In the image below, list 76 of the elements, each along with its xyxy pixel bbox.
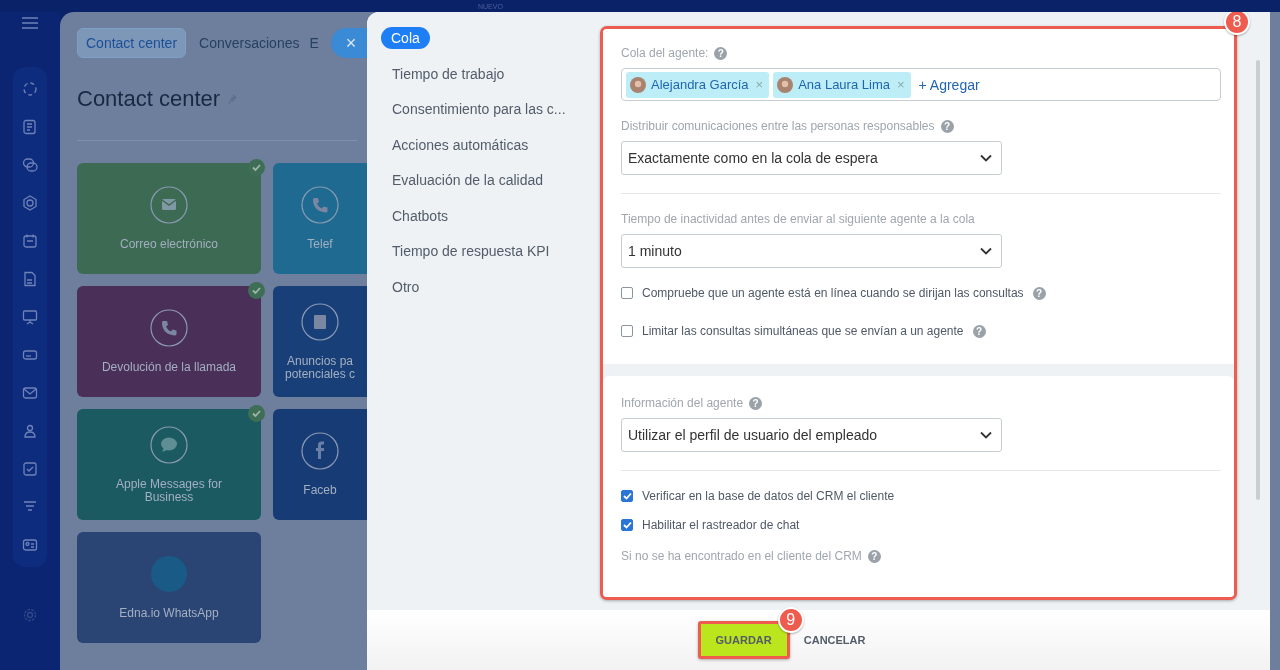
newspaper-icon[interactable] <box>22 119 38 135</box>
checkbox[interactable] <box>621 287 633 299</box>
tile-label: Faceb <box>302 484 338 497</box>
menu-icon[interactable] <box>22 17 38 29</box>
settings-nav-item[interactable]: Acciones automáticas <box>381 133 540 156</box>
field-label: Información del agente <box>621 396 744 410</box>
settings-nav-item[interactable]: Chatbots <box>381 204 460 227</box>
dropdown-field[interactable]: Utilizar el perfil de usuario del empleado <box>621 418 1002 452</box>
checkbox-label: Verificar en la base de datos del CRM el cliente <box>642 489 895 503</box>
tag-name: Ana Laura Lima <box>798 77 890 92</box>
field-label: Distribuir comunicaciones entre las personas responsables <box>621 119 935 133</box>
settings-nav-item[interactable]: Evaluación de la calidad <box>381 169 554 191</box>
phone-icon <box>150 309 188 347</box>
tile-label: Devolución de la llamada <box>100 361 238 374</box>
page-tab[interactable]: Contact center <box>77 28 187 58</box>
checkbox[interactable] <box>621 490 633 502</box>
checkbox[interactable] <box>621 519 633 531</box>
help-icon[interactable]: ? <box>714 46 728 60</box>
checkbox[interactable] <box>621 325 633 337</box>
chevron-down-icon <box>980 154 992 162</box>
channel-tile[interactable]: Telef <box>273 163 367 274</box>
tile-label: Apple Messages for Business <box>114 477 224 504</box>
field-label: Si no se ha encontrado en el cliente del CRM <box>621 549 862 563</box>
field-label: Cola del agente: <box>621 46 709 60</box>
tag-name: Alejandra García <box>651 77 749 92</box>
tile-label: Telef <box>306 238 334 251</box>
document-icon[interactable] <box>22 271 38 287</box>
help-icon[interactable]: ? <box>940 119 954 133</box>
dropdown-field[interactable]: Exactamente como en la cola de espera <box>621 141 1002 175</box>
settings-nav-item[interactable]: Tiempo de trabajo <box>381 62 516 85</box>
page-tab[interactable]: Conversaciones <box>194 28 305 58</box>
cancel-button[interactable]: CANCELAR <box>799 630 870 650</box>
dropdown-field[interactable]: 1 minuto <box>621 234 1002 268</box>
facebook-icon <box>301 432 339 470</box>
channel-tile[interactable]: Anuncios pa potenciales c <box>273 286 367 397</box>
mail-icon[interactable] <box>22 385 38 401</box>
help-icon[interactable]: ? <box>1032 286 1046 300</box>
page-title: Contact center <box>77 86 221 112</box>
agent-tag-field[interactable]: Alejandra García × Ana Laura Lima × + Agregar <box>621 68 1221 101</box>
settings-nav-item[interactable]: Consentimiento para las c... <box>381 98 577 120</box>
help-icon[interactable]: ? <box>972 324 986 338</box>
help-icon[interactable]: ? <box>867 549 881 563</box>
settings-nav-item[interactable]: Tiempo de respuesta KPI <box>381 240 561 262</box>
chat-icon[interactable] <box>22 157 38 173</box>
people-icon[interactable] <box>22 423 38 439</box>
field-label: Tiempo de inactividad antes de enviar al siguiente agente a la cola <box>621 212 975 226</box>
envelope-icon <box>150 186 188 224</box>
step-number-badge: 8 <box>1224 12 1250 35</box>
tile-label: Anuncios pa potenciales c <box>283 354 356 381</box>
tile-label: Correo electrónico <box>118 238 219 251</box>
channel-tile[interactable]: Edna.io WhatsApp <box>77 532 261 643</box>
settings-nav-item[interactable]: Cola <box>381 27 430 49</box>
tile-label: Edna.io WhatsApp <box>118 607 220 620</box>
settings-nav-item[interactable]: Otro <box>381 275 431 298</box>
avatar-icon <box>777 76 794 93</box>
hexagon-icon[interactable] <box>22 195 38 211</box>
checkbox-label: Compruebe que un agente está en línea cuando se dirijan las consultas <box>642 286 1024 300</box>
presentation-icon[interactable] <box>22 309 38 325</box>
chevron-down-icon <box>980 247 992 255</box>
speech-bubble-icon <box>150 425 188 464</box>
contact-card-icon[interactable] <box>22 537 38 553</box>
phone-icon <box>301 186 339 224</box>
chevron-down-icon <box>980 431 992 439</box>
calendar-icon[interactable] <box>22 233 38 249</box>
checkbox-label: Limitar las consultas simultáneas que se envían a un agente <box>642 324 964 338</box>
scrollbar[interactable] <box>1256 60 1260 500</box>
card-icon[interactable] <box>22 347 38 363</box>
checkbox-icon[interactable] <box>22 461 38 477</box>
add-link[interactable]: + Agregar <box>914 76 984 93</box>
close-button[interactable]: × <box>331 28 367 58</box>
checkbox-label: Habilitar el rastreador de chat <box>642 518 800 532</box>
channel-tile[interactable]: Faceb <box>273 409 367 520</box>
help-icon[interactable]: ? <box>749 396 763 410</box>
form-icon <box>301 302 339 341</box>
avatar-icon <box>630 76 646 93</box>
page-tab[interactable]: E <box>304 28 324 58</box>
